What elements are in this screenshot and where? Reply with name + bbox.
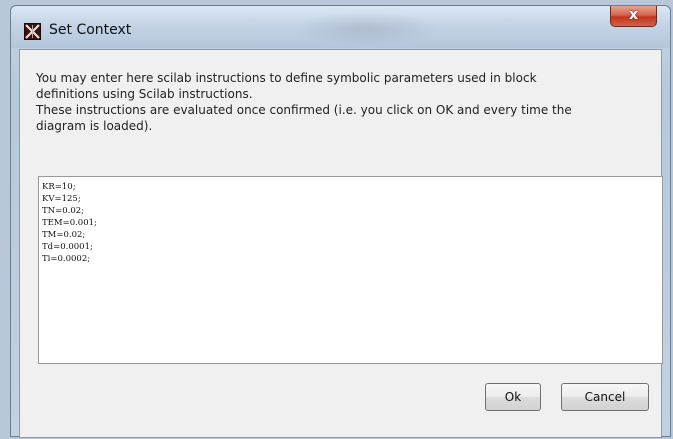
instructions-line: definitions using Scilab instructions. (36, 87, 253, 101)
cancel-button[interactable]: Cancel (561, 383, 649, 411)
title-bar-decoration (291, 12, 441, 46)
code-line: TM=0.02; (42, 230, 86, 240)
scilab-app-icon (24, 23, 41, 40)
instructions-line: diagram is loaded). (36, 119, 153, 133)
ok-button[interactable]: Ok (485, 383, 541, 411)
title-bar[interactable]: Set Context x (11, 6, 670, 48)
dialog-title: Set Context (49, 22, 132, 38)
code-line: TN=0.02; (42, 206, 85, 216)
instructions-text: You may enter here scilab instructions t… (36, 70, 656, 134)
set-context-dialog: Set Context x You may enter here scilab … (10, 5, 671, 438)
instructions-line: These instructions are evaluated once co… (36, 103, 572, 117)
dialog-content: You may enter here scilab instructions t… (19, 49, 663, 438)
instructions-line: You may enter here scilab instructions t… (36, 71, 537, 85)
close-icon: x (628, 7, 639, 23)
close-button[interactable]: x (610, 6, 657, 27)
context-editor[interactable]: KR=10; KV=125; TN=0.02; TEM=0.001; TM=0.… (38, 176, 663, 364)
code-line: KR=10; (42, 182, 76, 192)
code-line: Ti=0.0002; (42, 254, 91, 264)
code-line: TEM=0.001; (42, 218, 97, 228)
code-line: Td=0.0001; (42, 242, 93, 252)
code-line: KV=125; (42, 194, 81, 204)
